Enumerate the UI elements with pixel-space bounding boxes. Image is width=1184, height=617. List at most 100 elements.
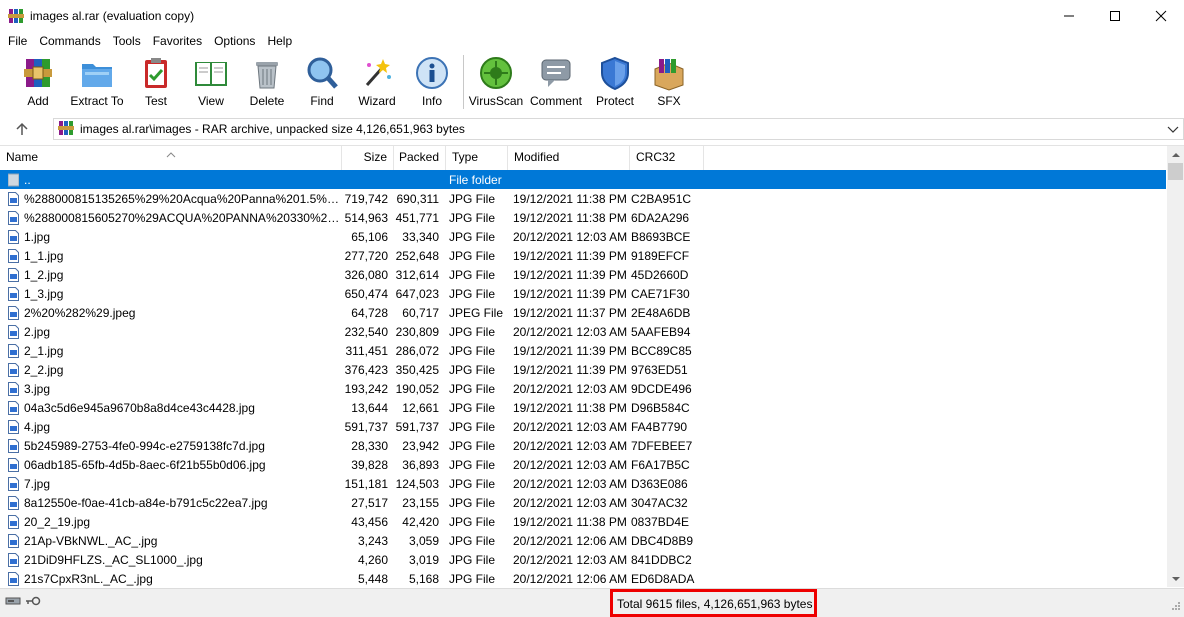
file-modified: 20/12/2021 12:03 AM: [513, 381, 628, 396]
test-clipboard-icon: [138, 55, 174, 91]
table-row[interactable]: 21s7CpxR3nL._AC_.jpg 5,448 5,168 JPG File 20…: [0, 569, 1166, 588]
virus-scan-button[interactable]: VirusScan: [468, 55, 524, 108]
table-row[interactable]: 5b245989-2753-4fe0-994c-e2759138fc7d.jpg…: [0, 436, 1166, 455]
toolbar-separator: [463, 55, 464, 109]
file-name: 06adb185-65fb-4d5b-8aec-6f21b55b0d06.jpg: [24, 457, 266, 472]
table-row[interactable]: 1.jpg 65,106 33,340 JPG File 20/12/2021 12:0…: [0, 227, 1166, 246]
table-row[interactable]: 2_2.jpg 376,423 350,425 JPG File 19/12/2021 …: [0, 360, 1166, 379]
table-row[interactable]: 7.jpg 151,181 124,503 JPG File 20/12/2021 12…: [0, 474, 1166, 493]
menu-help[interactable]: Help: [261, 31, 298, 51]
file-type: JPG File: [449, 419, 496, 434]
menu-commands[interactable]: Commands: [33, 31, 106, 51]
file-packed: 190,052: [395, 381, 439, 396]
image-file-icon: [8, 267, 19, 282]
table-row[interactable]: 1_3.jpg 650,474 647,023 JPG File 19/12/2021 …: [0, 284, 1166, 303]
file-packed: 350,425: [395, 362, 439, 377]
table-row[interactable]: %288000815135265%29%20Acqua%20Panna%201.…: [0, 189, 1166, 208]
file-crc: 5AAFEB94: [631, 324, 691, 339]
table-row[interactable]: 8a12550e-f0ae-41cb-a84e-b791c5c22ea7.jpg…: [0, 493, 1166, 512]
file-modified: 19/12/2021 11:39 PM: [513, 267, 627, 282]
comment-button[interactable]: Comment: [524, 55, 588, 108]
file-name: 2_2.jpg: [24, 362, 64, 377]
add-label: Add: [27, 94, 49, 108]
file-modified: 19/12/2021 11:39 PM: [513, 286, 627, 301]
table-row-parent-folder[interactable]: .. File folder: [0, 170, 1166, 189]
table-row[interactable]: 2%20%282%29.jpeg 64,728 60,717 JPEG File 19/…: [0, 303, 1166, 322]
menu-favorites[interactable]: Favorites: [147, 31, 208, 51]
file-type: JPG File: [449, 362, 496, 377]
menu-options[interactable]: Options: [208, 31, 261, 51]
add-archive-icon: [20, 55, 56, 91]
table-row[interactable]: 1_1.jpg 277,720 252,648 JPG File 19/12/2021 …: [0, 246, 1166, 265]
address-path: images al.rar\images - RAR archive, unpa…: [80, 122, 465, 136]
file-name: 04a3c5d6e945a9670b8a8d4ce43c4428.jpg: [24, 400, 255, 415]
scroll-down-icon[interactable]: [1167, 570, 1184, 587]
table-row[interactable]: 04a3c5d6e945a9670b8a8d4ce43c4428.jpg 13,6…: [0, 398, 1166, 417]
table-row[interactable]: %288000815605270%29ACQUA%20PANNA%20330%2…: [0, 208, 1166, 227]
file-name: 1_1.jpg: [24, 248, 64, 263]
minimize-icon: [1064, 15, 1074, 16]
extract-to-button[interactable]: Extract To: [65, 55, 129, 108]
key-icon[interactable]: [25, 595, 41, 610]
table-row[interactable]: 21DiD9HFLZS._AC_SL1000_.jpg 4,260 3,019 JPG…: [0, 550, 1166, 569]
find-button[interactable]: Find: [295, 55, 349, 108]
file-packed: 312,614: [395, 267, 439, 282]
scroll-up-icon[interactable]: [1167, 146, 1184, 163]
chevron-down-icon[interactable]: [1167, 121, 1179, 140]
status-bar: Total 9615 files, 4,126,651,963 bytes: [0, 588, 1184, 617]
info-button[interactable]: Info: [405, 55, 459, 108]
image-file-icon: [8, 438, 19, 453]
view-button[interactable]: View: [183, 55, 239, 108]
wizard-button[interactable]: Wizard: [349, 55, 405, 108]
up-folder-button[interactable]: [0, 116, 44, 142]
drive-icon[interactable]: [5, 595, 21, 610]
table-row[interactable]: 20_2_19.jpg 43,456 42,420 JPG File 19/12/202…: [0, 512, 1166, 531]
vertical-scrollbar[interactable]: [1167, 146, 1184, 587]
table-row[interactable]: 4.jpg 591,737 591,737 JPG File 20/12/2021 12…: [0, 417, 1166, 436]
file-name-cell: 2%20%282%29.jpeg: [0, 305, 342, 320]
image-file-icon: [8, 381, 19, 396]
test-button[interactable]: Test: [129, 55, 183, 108]
sfx-box-icon: [651, 55, 687, 91]
file-packed: 12,661: [402, 400, 439, 415]
address-field[interactable]: images al.rar\images - RAR archive, unpa…: [53, 118, 1184, 140]
file-name: 2%20%282%29.jpeg: [24, 305, 136, 320]
close-button[interactable]: [1138, 0, 1184, 31]
wizard-wand-icon: [359, 55, 395, 91]
column-modified[interactable]: Modified: [508, 146, 630, 170]
menu-tools[interactable]: Tools: [107, 31, 147, 51]
maximize-icon: [1110, 10, 1120, 21]
column-packed[interactable]: Packed: [394, 146, 446, 170]
table-row[interactable]: 21Ap-VBkNWL._AC_.jpg 3,243 3,059 JPG File 20…: [0, 531, 1166, 550]
info-label: Info: [421, 94, 442, 108]
column-name[interactable]: Name: [0, 146, 342, 170]
protect-button[interactable]: Protect: [588, 55, 642, 108]
file-type: JPG File: [449, 248, 496, 263]
file-size: 193,242: [344, 381, 388, 396]
delete-button[interactable]: Delete: [239, 55, 295, 108]
sfx-button[interactable]: SFX: [642, 55, 696, 108]
folder-up-icon: [8, 173, 19, 186]
column-size[interactable]: Size: [342, 146, 394, 170]
trash-icon: [249, 55, 285, 91]
file-size: 311,451: [345, 343, 389, 358]
column-type[interactable]: Type: [446, 146, 508, 170]
shield-icon: [597, 55, 633, 91]
column-crc[interactable]: CRC32: [630, 146, 704, 170]
resize-grip-icon[interactable]: [1171, 600, 1181, 614]
file-packed: 647,023: [395, 286, 439, 301]
minimize-button[interactable]: [1046, 0, 1092, 31]
file-size: 151,181: [344, 476, 388, 491]
file-name: %288000815605270%29ACQUA%20PANNA%20330%2…: [24, 210, 342, 225]
table-row[interactable]: 06adb185-65fb-4d5b-8aec-6f21b55b0d06.jpg…: [0, 455, 1166, 474]
add-button[interactable]: Add: [11, 55, 65, 108]
file-crc: DBC4D8B9: [631, 533, 694, 548]
maximize-button[interactable]: [1092, 0, 1138, 31]
table-row[interactable]: 1_2.jpg 326,080 312,614 JPG File 19/12/2021 …: [0, 265, 1166, 284]
table-row[interactable]: 2_1.jpg 311,451 286,072 JPG File 19/12/2021 …: [0, 341, 1166, 360]
table-row[interactable]: 3.jpg 193,242 190,052 JPG File 20/12/2021 12…: [0, 379, 1166, 398]
table-row[interactable]: 2.jpg 232,540 230,809 JPG File 20/12/2021 12…: [0, 322, 1166, 341]
scrollbar-thumb[interactable]: [1168, 163, 1183, 180]
extract-to-label: Extract To: [70, 94, 124, 108]
menu-file[interactable]: File: [2, 31, 33, 51]
